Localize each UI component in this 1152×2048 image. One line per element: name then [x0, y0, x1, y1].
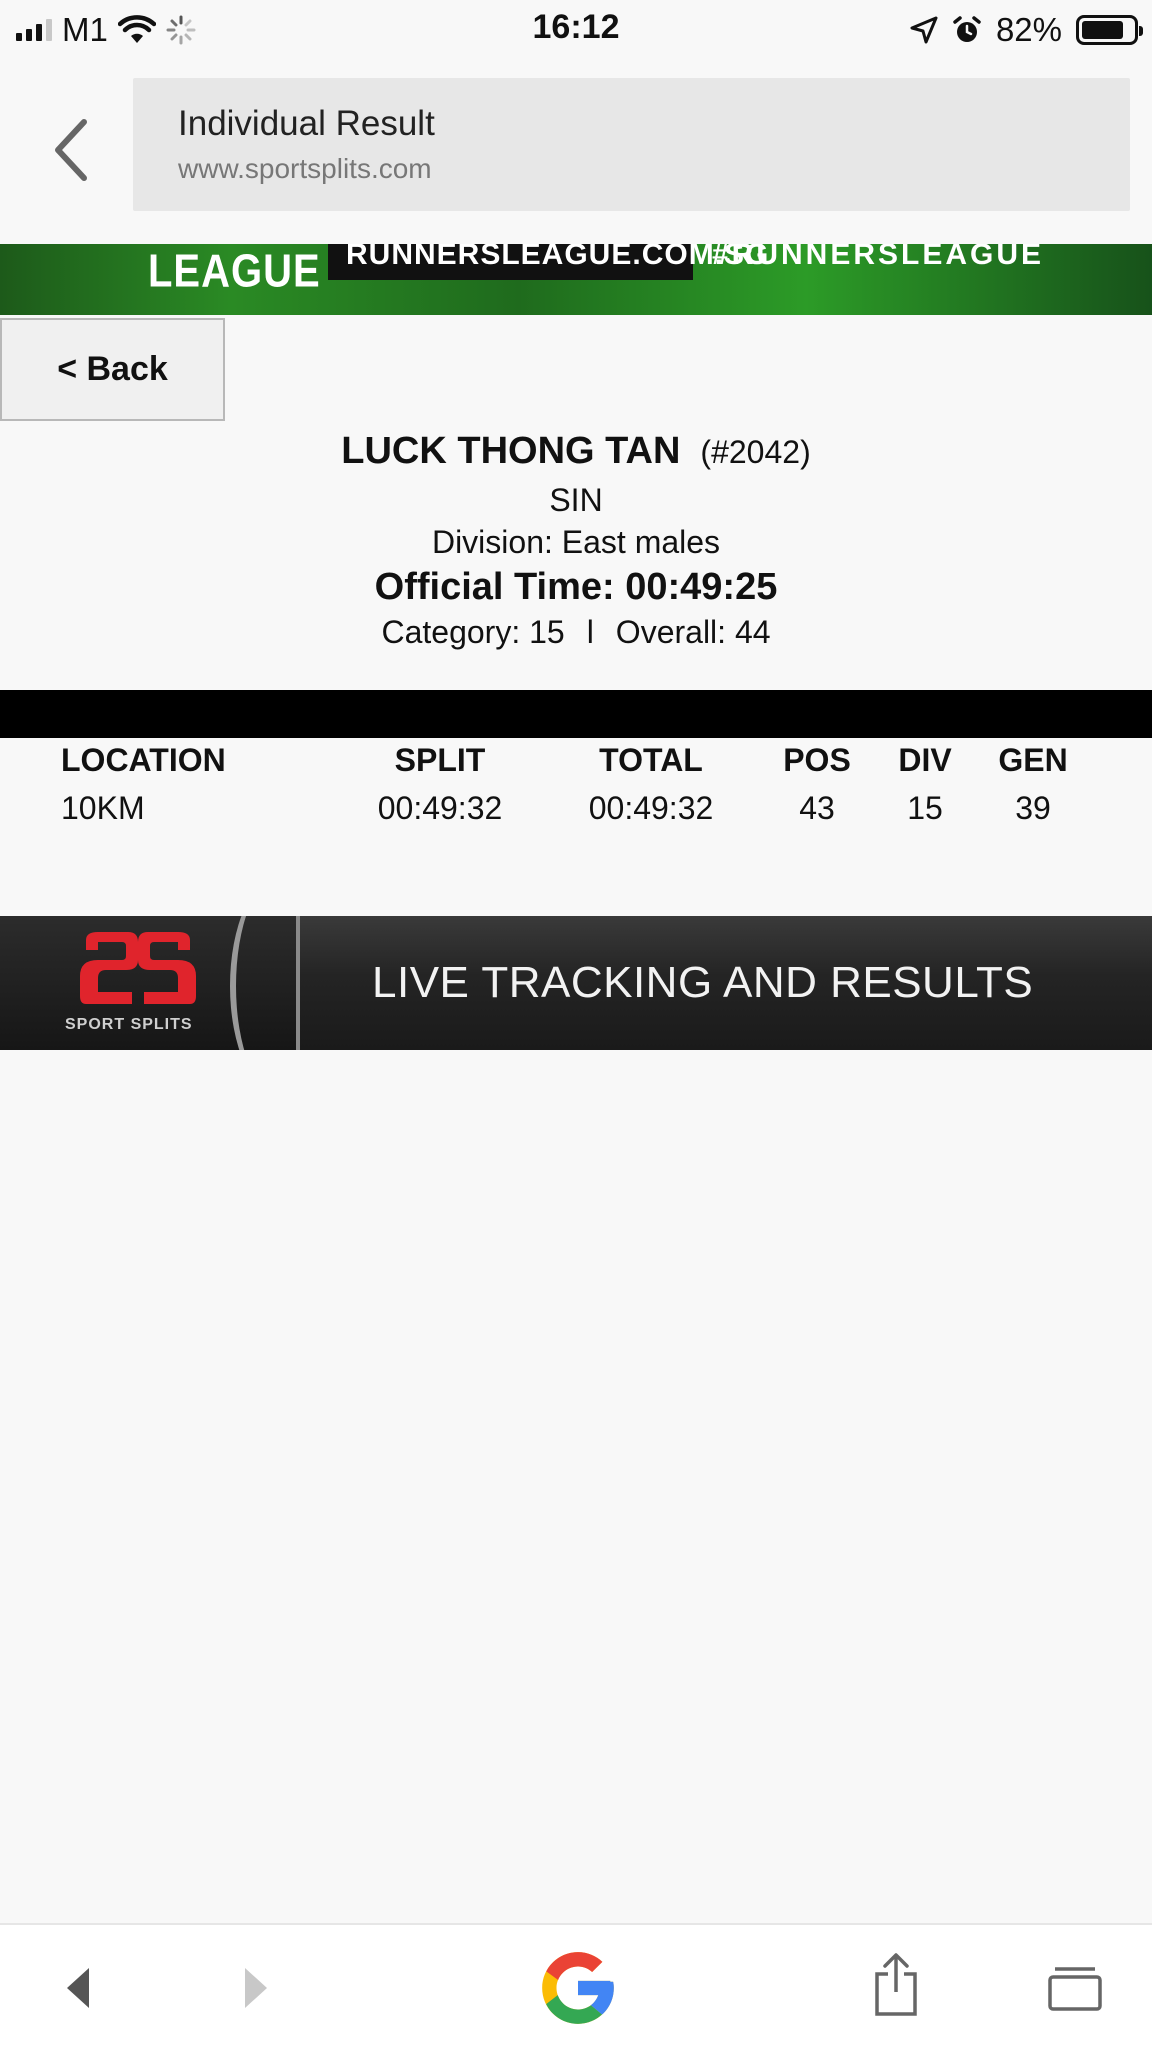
- toolbar-google-button[interactable]: [530, 1943, 626, 2033]
- banner-swoosh: [230, 916, 330, 1050]
- cell-gen: 39: [1015, 790, 1051, 826]
- official-time: Official Time: 00:49:25: [374, 566, 778, 608]
- cell-total: 00:49:32: [588, 790, 714, 826]
- share-icon: [875, 1953, 917, 2016]
- battery-percentage: 82%: [995, 11, 1062, 48]
- cell-pos: 43: [799, 790, 835, 826]
- column-header-gen: GEN: [998, 742, 1068, 778]
- browser-header: Individual Result www.sportsplits.com: [0, 60, 1152, 244]
- tabs-icon: [1048, 1967, 1102, 2011]
- toolbar-tabs-button[interactable]: [1042, 1953, 1108, 2023]
- banner-league-text: LEAGUE: [148, 246, 321, 297]
- column-header-pos: POS: [783, 742, 851, 778]
- table-row: 10KM 00:49:32 00:49:32 43 15 39: [0, 790, 1152, 838]
- chevron-left-icon: [55, 119, 87, 181]
- athlete-division: Division: East males: [431, 524, 721, 560]
- live-tracking-title: LIVE TRACKING AND RESULTS: [372, 958, 1034, 1007]
- toolbar-share-button[interactable]: [866, 1945, 926, 2025]
- column-header-split: SPLIT: [394, 742, 486, 778]
- back-button[interactable]: < Back: [0, 318, 225, 421]
- rank-separator: l: [586, 614, 594, 650]
- location-arrow-icon: [910, 16, 938, 44]
- athlete-name-line: LUCK THONG TAN (#2042): [0, 420, 1152, 480]
- live-tracking-banner[interactable]: SPORT SPLITS LIVE TRACKING AND RESULTS: [0, 916, 1152, 1050]
- toolbar-back-button[interactable]: [48, 1953, 108, 2023]
- banner-url-text: RUNNERSLEAGUE.COM.SG: [346, 244, 770, 271]
- ranking-line: Category: 15 l Overall: 44: [0, 614, 1152, 660]
- forward-arrow-icon: [245, 1968, 267, 2008]
- overall-rank: Overall: 44: [615, 614, 771, 650]
- banner-hashtag-text: #RUNNERSLEAGUE: [712, 244, 1045, 271]
- column-header-location: LOCATION: [61, 742, 226, 778]
- column-header-total: TOTAL: [599, 742, 703, 778]
- cell-div: 15: [907, 790, 943, 826]
- page-domain: www.sportsplits.com: [178, 153, 432, 184]
- sport-splits-logo-icon: [80, 932, 196, 1004]
- battery-level: [1082, 21, 1123, 39]
- toolbar-forward-button[interactable]: [226, 1953, 286, 2023]
- battery-icon: [1076, 15, 1143, 45]
- category-rank: Category: 15: [381, 614, 565, 650]
- athlete-info: LUCK THONG TAN (#2042) SIN Division: Eas…: [0, 420, 1152, 660]
- status-bar: M1 16:12 82%: [0, 0, 1152, 60]
- table-header-row: LOCATION SPLIT TOTAL POS DIV GEN: [0, 742, 1152, 790]
- splits-table: LOCATION SPLIT TOTAL POS DIV GEN 10KM 00…: [0, 742, 1152, 838]
- section-divider: [0, 690, 1152, 738]
- address-bar[interactable]: Individual Result www.sportsplits.com: [133, 78, 1130, 211]
- bottom-toolbar: [0, 1923, 1152, 2048]
- alarm-icon: [953, 16, 981, 42]
- cell-split: 00:49:32: [377, 790, 503, 826]
- bib-number: (#2042): [700, 434, 811, 470]
- google-logo-icon: [542, 1952, 614, 2024]
- sponsor-banner[interactable]: LEAGUE RUNNERSLEAGUE.COM.SG #RUNNERSLEAG…: [0, 244, 1152, 315]
- athlete-country: SIN: [549, 482, 603, 518]
- column-header-div: DIV: [898, 742, 952, 778]
- athlete-name: LUCK THONG TAN: [341, 430, 681, 472]
- header-back-button[interactable]: [40, 108, 100, 192]
- status-right: 82%: [910, 10, 1143, 50]
- back-arrow-icon: [67, 1968, 89, 2008]
- page-title: Individual Result: [178, 104, 435, 143]
- sport-splits-logo-text: SPORT SPLITS: [65, 1016, 193, 1033]
- cell-location: 10KM: [61, 790, 145, 826]
